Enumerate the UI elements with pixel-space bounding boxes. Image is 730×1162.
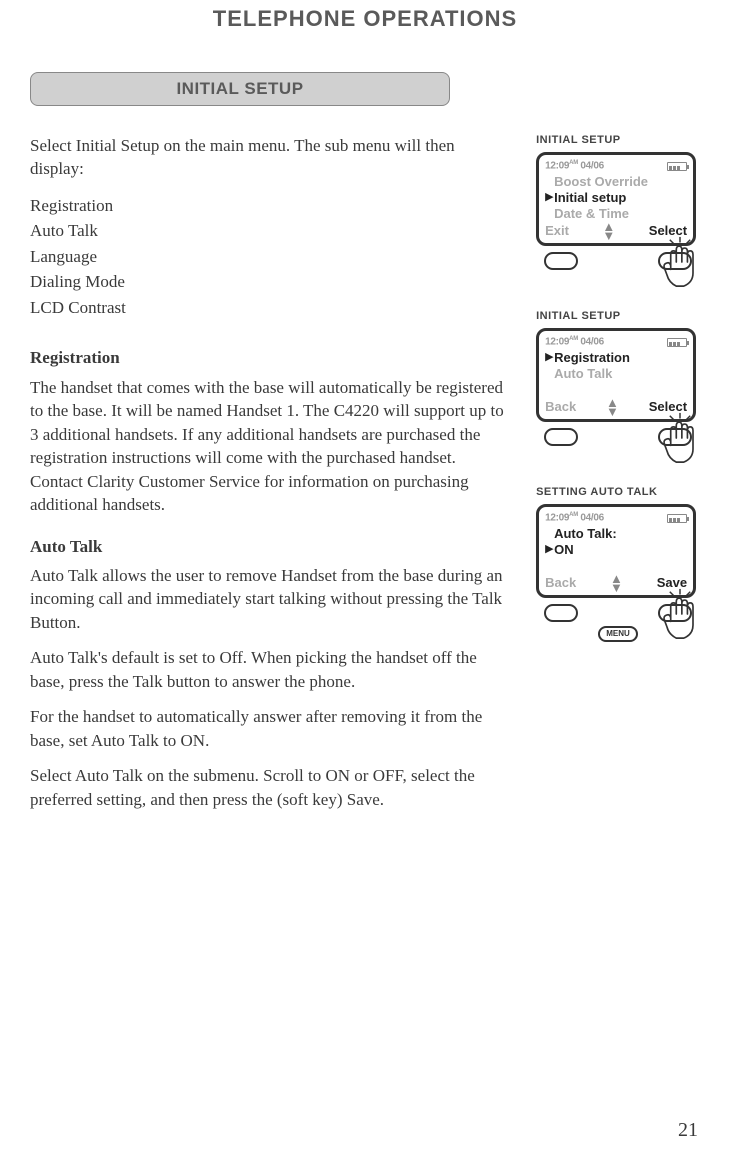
lcd-menu-item: ▶ON xyxy=(545,542,687,558)
screen-title: INITIAL SETUP xyxy=(536,310,700,322)
autotalk-p4: Select Auto Talk on the submenu. Scroll … xyxy=(30,764,512,811)
section-tab: INITIAL SETUP xyxy=(30,72,450,106)
lcd-menu-item: Auto Talk xyxy=(545,366,687,382)
battery-icon xyxy=(667,338,687,347)
screen-title: INITIAL SETUP xyxy=(536,134,700,146)
lcd-time: 12:09AM 04/06 xyxy=(545,336,604,347)
autotalk-heading: Auto Talk xyxy=(30,535,512,558)
lcd-menu-label: Auto Talk xyxy=(554,366,612,382)
lcd-menu-label: ON xyxy=(554,542,574,558)
left-softkey-label: Exit xyxy=(545,223,569,238)
autotalk-p1: Auto Talk allows the user to remove Hand… xyxy=(30,564,512,634)
autotalk-p3: For the handset to automatically answer … xyxy=(30,705,512,752)
lcd-screen-block: INITIAL SETUP 12:09AM 04/06 ▶RegistrationA… xyxy=(536,310,700,446)
registration-body: The handset that comes with the base wil… xyxy=(30,376,512,517)
lcd-menu-label xyxy=(554,558,558,574)
lcd-menu-item: Boost Override xyxy=(545,174,687,190)
submenu-list: Registration Auto Talk Language Dialing … xyxy=(30,193,512,321)
lcd-menu-label: Boost Override xyxy=(554,174,648,190)
lcd-screen-block: INITIAL SETUP 12:09AM 04/06 Boost Override… xyxy=(536,134,700,270)
battery-icon xyxy=(667,514,687,523)
left-soft-button[interactable] xyxy=(544,604,578,622)
autotalk-p2: Auto Talk's default is set to Off. When … xyxy=(30,646,512,693)
lcd-menu-label xyxy=(554,382,558,398)
lcd-status-bar: 12:09AM 04/06 xyxy=(545,159,687,173)
pointer-icon: ▶ xyxy=(545,191,554,204)
left-softkey-label: Back xyxy=(545,575,576,590)
press-hand-icon xyxy=(660,588,700,640)
lcd-menu-lines: ▶RegistrationAuto Talk xyxy=(545,350,687,398)
lcd-menu-label: Initial setup xyxy=(554,190,626,206)
hardware-buttons xyxy=(536,246,700,270)
lcd-display: 12:09AM 04/06 ▶RegistrationAuto Talk Back… xyxy=(536,328,696,422)
lcd-display: 12:09AM 04/06 Boost Override▶Initial setu… xyxy=(536,152,696,246)
list-item: Registration xyxy=(30,193,512,219)
intro-paragraph: Select Initial Setup on the main menu. T… xyxy=(30,134,512,181)
list-item: Dialing Mode xyxy=(30,269,512,295)
lcd-screen-block: SETTING AUTO TALK 12:09AM 04/06 Auto Talk:… xyxy=(536,486,700,642)
hardware-buttons xyxy=(536,598,700,622)
up-down-icon: ▲▼ xyxy=(609,574,623,592)
body-text: Select Initial Setup on the main menu. T… xyxy=(30,134,512,823)
screen-diagrams: INITIAL SETUP 12:09AM 04/06 Boost Override… xyxy=(536,134,700,823)
left-soft-button[interactable] xyxy=(544,252,578,270)
list-item: Language xyxy=(30,244,512,270)
list-item: LCD Contrast xyxy=(30,295,512,321)
lcd-status-bar: 12:09AM 04/06 xyxy=(545,511,687,525)
battery-icon xyxy=(667,162,687,171)
lcd-status-bar: 12:09AM 04/06 xyxy=(545,335,687,349)
pointer-icon: ▶ xyxy=(545,543,554,556)
lcd-menu-lines: Auto Talk:▶ON xyxy=(545,526,687,574)
lcd-time: 12:09AM 04/06 xyxy=(545,512,604,523)
page-title: TELEPHONE OPERATIONS xyxy=(30,0,700,32)
list-item: Auto Talk xyxy=(30,218,512,244)
lcd-menu-lines: Boost Override▶Initial setupDate & Time xyxy=(545,174,687,222)
hardware-buttons xyxy=(536,422,700,446)
left-soft-button[interactable] xyxy=(544,428,578,446)
lcd-menu-item: ▶Registration xyxy=(545,350,687,366)
menu-button[interactable]: MENU xyxy=(598,626,638,642)
up-down-icon: ▲▼ xyxy=(605,398,619,416)
lcd-time: 12:09AM 04/06 xyxy=(545,160,604,171)
lcd-menu-label: Registration xyxy=(554,350,630,366)
lcd-display: 12:09AM 04/06Auto Talk:▶ON Back▲▼Save xyxy=(536,504,696,598)
lcd-menu-item: ▶Initial setup xyxy=(545,190,687,206)
lcd-menu-item: Auto Talk: xyxy=(545,526,687,542)
page-number: 21 xyxy=(678,1119,698,1142)
screen-title: SETTING AUTO TALK xyxy=(536,486,700,498)
registration-heading: Registration xyxy=(30,346,512,369)
lcd-menu-label: Date & Time xyxy=(554,206,629,222)
pointer-icon: ▶ xyxy=(545,351,554,364)
press-hand-icon xyxy=(660,236,700,288)
up-down-icon: ▲▼ xyxy=(602,222,616,240)
press-hand-icon xyxy=(660,412,700,464)
left-softkey-label: Back xyxy=(545,399,576,414)
lcd-menu-item: Date & Time xyxy=(545,206,687,222)
lcd-menu-label: Auto Talk: xyxy=(554,526,617,542)
